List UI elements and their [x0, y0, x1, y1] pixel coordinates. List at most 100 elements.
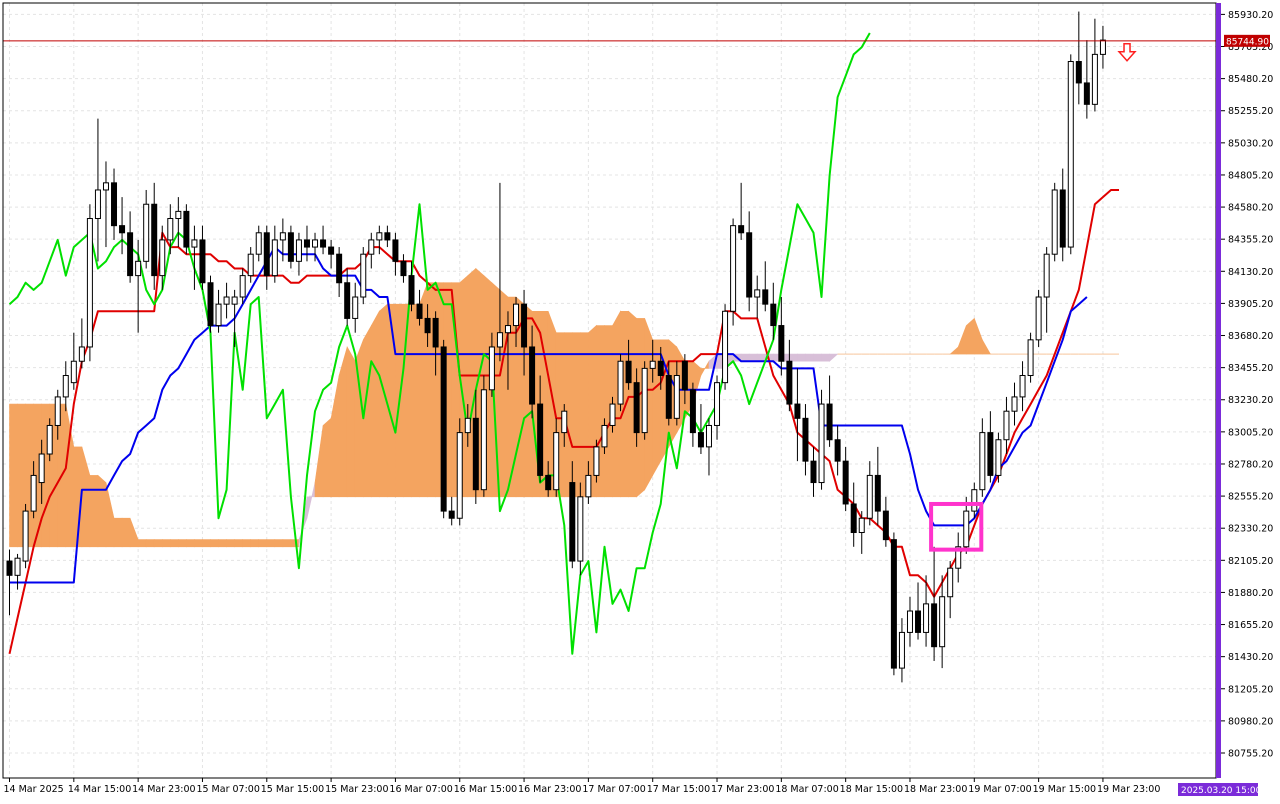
candle-body [207, 282, 214, 327]
candle-body [1067, 61, 1074, 248]
cloud-segment [797, 353, 806, 362]
candle-body [1043, 253, 1050, 298]
cloud-segment [274, 539, 284, 548]
candle-body [545, 474, 552, 491]
candle-body [593, 446, 600, 476]
cloud-segment [322, 417, 332, 498]
x-tick-label: 16 Mar 15:00 [454, 784, 517, 795]
candle-body [183, 210, 190, 248]
candle-body [569, 482, 576, 562]
candle-body [649, 360, 656, 369]
candle-body [54, 396, 61, 426]
ichimoku-candlestick-chart[interactable]: 85930.2085705.2085480.2085255.2085030.20… [0, 0, 1280, 800]
candle-body [1091, 53, 1098, 105]
cloud-segment [258, 539, 268, 548]
candle-body [94, 189, 101, 220]
candle-body [834, 439, 841, 462]
candle-body [167, 218, 174, 241]
candle-body [1035, 296, 1042, 341]
cloud-segment [756, 353, 766, 362]
cloud-segment [186, 539, 195, 548]
candle-bullish [1051, 182, 1058, 262]
y-tick-label: 83905.20 [1228, 299, 1273, 310]
candle-bullish [360, 247, 367, 305]
cursor-time-label-text: 2025.03.20 15:00 [1181, 786, 1262, 796]
x-tick-label: 15 Mar 23:00 [325, 784, 388, 795]
candle-body [86, 218, 93, 348]
candle-body [1011, 396, 1018, 412]
candle-bullish [86, 204, 93, 362]
candle-body [215, 303, 222, 327]
candle-body [456, 432, 463, 519]
candle-body [931, 603, 938, 648]
candle-bullish [577, 482, 584, 576]
y-tick-label: 80755.20 [1228, 748, 1273, 759]
y-tick-label: 82555.20 [1228, 492, 1273, 503]
candle-body [231, 296, 238, 305]
candle-body [408, 275, 415, 305]
candle-body [119, 225, 126, 234]
candle-body [681, 360, 688, 391]
candle-body [416, 303, 423, 319]
candle-body [866, 474, 873, 519]
candle-body [665, 375, 672, 419]
x-tick-label: 19 Mar 15:00 [1033, 784, 1096, 795]
candle-bullish [722, 304, 729, 390]
current-price-label: 85744.90 [1224, 34, 1270, 47]
y-tick-label: 85030.20 [1228, 138, 1273, 149]
cloud-segment [9, 403, 18, 548]
candle-body [111, 182, 118, 227]
candle-body [1051, 189, 1058, 255]
cloud-segment [202, 539, 211, 548]
x-tick-label: 19 Mar 07:00 [968, 784, 1031, 795]
chart-window[interactable]: 85930.20 85705.20 85480.20 85255.20 85030.20… [0, 0, 1280, 800]
candle-bullish [480, 375, 487, 497]
cloud-segment [170, 539, 179, 548]
candle-body [255, 232, 262, 255]
candle-bullish [1067, 54, 1074, 255]
candle-bullish [1035, 289, 1042, 347]
candle-body [504, 325, 511, 334]
cloud-segment [113, 517, 123, 548]
cloud-segment [346, 345, 356, 498]
candle-body [979, 432, 986, 491]
x-tick-label: 18 Mar 23:00 [904, 784, 967, 795]
candle-body [521, 303, 528, 348]
candle-body [730, 225, 737, 312]
candle-body [939, 596, 946, 648]
candle-body [320, 239, 327, 248]
candle-body [818, 403, 825, 484]
cloud-segment [813, 353, 822, 362]
candle-body [826, 403, 833, 441]
candle-bullish [22, 503, 29, 569]
y-tick-label: 83230.20 [1228, 395, 1273, 406]
candle-body [633, 382, 640, 434]
candle-body [553, 432, 560, 491]
candle-body [223, 296, 230, 305]
x-tick-label: 17 Mar 23:00 [711, 784, 774, 795]
cloud-segment [579, 332, 589, 498]
candle-body [287, 232, 294, 262]
y-tick-label: 83680.20 [1228, 331, 1273, 342]
x-tick-label: 17 Mar 15:00 [647, 784, 710, 795]
candle-body [432, 317, 439, 348]
candle-body [30, 474, 37, 512]
candle-bullish [617, 354, 624, 412]
x-tick-label: 15 Mar 07:00 [196, 784, 259, 795]
cloud-segment [282, 539, 292, 548]
y-tick-label: 81880.20 [1228, 588, 1273, 599]
cloud-segment [218, 539, 227, 548]
candle-body [617, 360, 624, 405]
candle-body [762, 289, 769, 305]
cloud-segment [821, 353, 830, 362]
cloud-segment [266, 539, 276, 548]
candle-body [70, 360, 77, 384]
candle-bearish [207, 275, 214, 333]
cursor-vertical-bar [1216, 3, 1221, 778]
cloud-segment [121, 517, 131, 548]
cloud-segment [748, 353, 758, 362]
candle-body [738, 225, 745, 234]
candle-body [778, 325, 785, 362]
candle-body [537, 403, 544, 476]
candle-bearish [440, 339, 447, 519]
